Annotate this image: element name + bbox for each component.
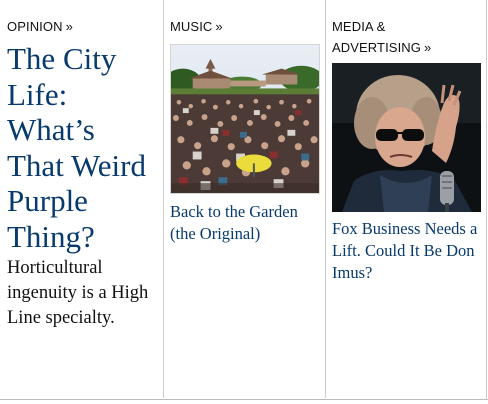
radio-host-photo[interactable] xyxy=(332,63,481,212)
music-column: MUSIC» Back to the Garden (the Original) xyxy=(163,0,325,398)
right-divider xyxy=(486,0,487,400)
chevron-right-icon: » xyxy=(65,19,73,34)
chevron-right-icon: » xyxy=(215,19,223,34)
section-link-music[interactable]: MUSIC» xyxy=(170,16,320,37)
headline-link[interactable]: Back to the Garden (the Original) xyxy=(170,201,320,245)
festival-crowd-image xyxy=(171,45,319,193)
section-label: OPINION xyxy=(7,19,63,34)
section-label: MUSIC xyxy=(170,19,213,34)
opinion-column: OPINION» The City Life: What’s That Weir… xyxy=(0,0,163,398)
festival-crowd-photo[interactable] xyxy=(170,44,320,194)
media-advertising-column: MEDIA & ADVERTISING» Fox Business Needs … xyxy=(325,0,488,398)
headline-link[interactable]: The City Life: What’s That Weird Purple … xyxy=(7,41,157,254)
chevron-right-icon: » xyxy=(424,40,432,55)
section-label: MEDIA & ADVERTISING xyxy=(332,19,421,55)
article-grid: OPINION» The City Life: What’s That Weir… xyxy=(0,0,488,404)
section-link-opinion[interactable]: OPINION» xyxy=(7,16,157,37)
radio-host-image xyxy=(332,63,481,212)
section-link-media-advertising[interactable]: MEDIA & ADVERTISING» xyxy=(332,16,484,58)
headline-link[interactable]: Fox Business Needs a Lift. Could It Be D… xyxy=(332,218,484,284)
bottom-divider xyxy=(0,399,488,400)
article-summary: Horticultural ingenuity is a High Line s… xyxy=(7,258,149,328)
